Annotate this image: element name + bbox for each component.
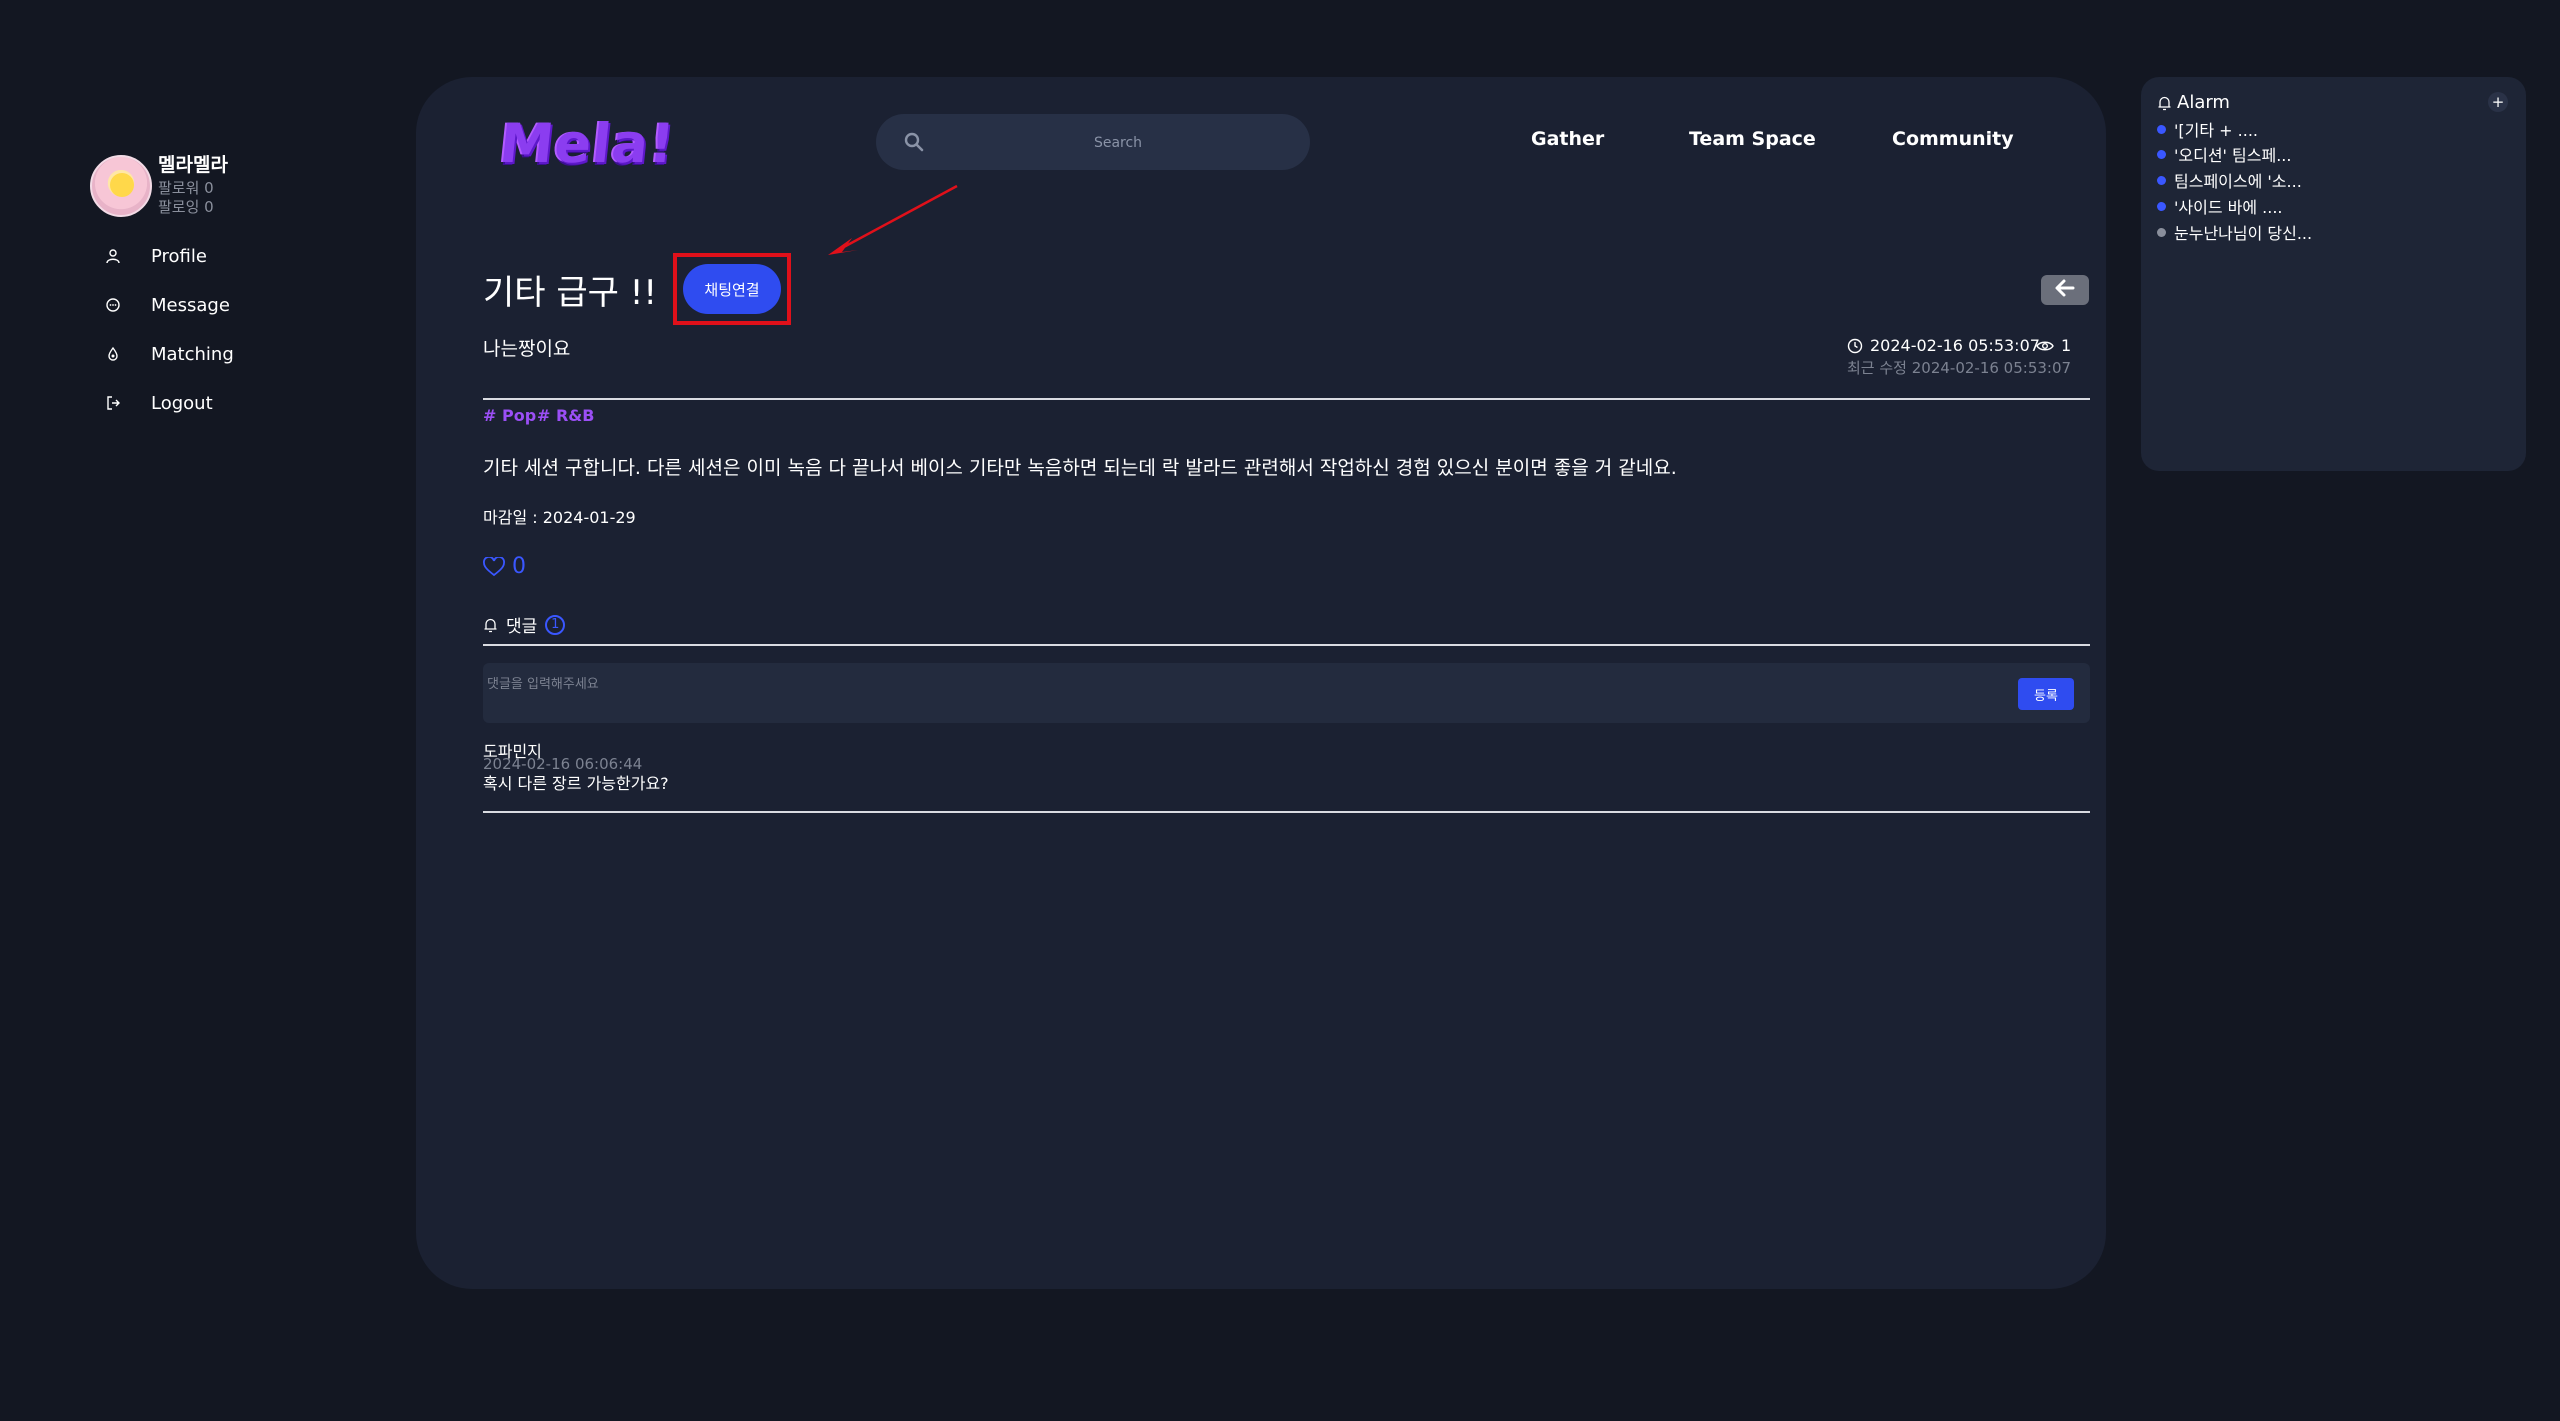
comment-form: 등록 — [483, 663, 2090, 723]
chat-connect-button[interactable]: 채팅연결 — [683, 264, 781, 314]
sidebar-item-label: Message — [151, 294, 230, 316]
alarm-item-text: '사이드 바에 .... — [2174, 198, 2283, 217]
bell-icon — [2157, 95, 2172, 111]
post-date: 2024-02-16 05:53:07 — [1847, 336, 2040, 355]
alarm-item-text: '[기타 + .... — [2174, 121, 2259, 140]
message-icon — [103, 295, 123, 315]
tag-rnb[interactable]: # R&B — [537, 406, 594, 425]
like-button[interactable]: 0 — [483, 554, 526, 579]
alarm-title: Alarm — [2177, 92, 2230, 113]
comment-text: 혹시 다른 장르 가능한가요? — [483, 774, 669, 793]
back-button[interactable] — [2041, 275, 2089, 305]
alarm-item[interactable]: '[기타 + .... — [2157, 118, 2258, 140]
sidebar-item-message[interactable]: Message — [103, 290, 230, 320]
unread-dot-icon — [2157, 124, 2166, 134]
unread-dot-icon — [2157, 149, 2166, 159]
user-icon — [103, 246, 123, 266]
logout-icon — [103, 393, 123, 413]
username: 멜라멜라 — [158, 154, 228, 176]
eye-icon — [2036, 339, 2054, 353]
following-count: 팔로잉 0 — [158, 198, 214, 216]
comments-title: 댓글 — [506, 617, 538, 637]
arrow-left-icon — [2053, 278, 2077, 302]
post-deadline: 마감일 : 2024-01-29 — [483, 508, 636, 527]
comment-submit-button[interactable]: 등록 — [2018, 678, 2074, 710]
tag-pop[interactable]: # Pop — [483, 406, 536, 425]
sidebar-item-logout[interactable]: Logout — [103, 388, 213, 418]
unread-dot-icon — [2157, 175, 2166, 185]
alarm-item[interactable]: 팀스페이스에 '소... — [2157, 169, 2302, 191]
alarm-item[interactable]: '오디션' 팀스페... — [2157, 143, 2291, 165]
annotation-arrow — [828, 184, 958, 255]
like-count: 0 — [512, 554, 526, 579]
post-title: 기타 급구 !! — [483, 273, 657, 313]
bell-icon — [483, 617, 498, 633]
search-input[interactable] — [946, 114, 1290, 172]
comments-header: 댓글 1 — [483, 612, 566, 637]
divider — [483, 644, 2090, 646]
post-edited-date: 최근 수정 2024-02-16 05:53:07 — [1847, 359, 2072, 377]
divider — [483, 398, 2090, 400]
sidebar-item-profile[interactable]: Profile — [103, 241, 207, 271]
search-bar[interactable] — [876, 114, 1310, 172]
alarm-item[interactable]: 눈누난나님이 당신... — [2157, 221, 2312, 243]
search-icon — [904, 132, 924, 152]
sidebar-item-label: Logout — [151, 392, 213, 414]
follower-count: 팔로워 0 — [158, 179, 214, 197]
alarm-header: Alarm — [2157, 92, 2230, 113]
post-author: 나는짱이요 — [483, 338, 571, 360]
sidebar-item-label: Matching — [151, 343, 234, 365]
sidebar-item-matching[interactable]: Matching — [103, 339, 234, 369]
post-body: 기타 세션 구합니다. 다른 세션은 이미 녹음 다 끝나서 베이스 기타만 녹… — [483, 457, 1677, 479]
nav-team-space[interactable]: Team Space — [1689, 128, 1816, 150]
clock-icon — [1847, 338, 1863, 354]
alarm-add-button[interactable]: + — [2488, 92, 2508, 112]
avatar[interactable] — [90, 155, 152, 217]
unread-dot-icon — [2157, 201, 2166, 211]
alarm-item-text: 팀스페이스에 '소... — [2174, 172, 2302, 191]
sidebar-item-label: Profile — [151, 245, 207, 267]
divider — [483, 811, 2090, 813]
matching-icon — [103, 344, 123, 364]
logo[interactable]: Mela! — [497, 112, 679, 175]
heart-icon — [483, 556, 505, 577]
comments-count-badge: 1 — [545, 614, 566, 635]
alarm-item[interactable]: '사이드 바에 .... — [2157, 195, 2283, 217]
alarm-item-text: '오디션' 팀스페... — [2174, 146, 2292, 165]
alarm-item-text: 눈누난나님이 당신... — [2174, 224, 2313, 243]
nav-community[interactable]: Community — [1892, 128, 2014, 150]
post-views-count: 1 — [2061, 336, 2072, 355]
post-views: 1 — [2036, 336, 2071, 355]
read-dot-icon — [2157, 227, 2166, 237]
comment-input[interactable] — [485, 671, 1989, 715]
nav-gather[interactable]: Gather — [1531, 128, 1604, 150]
post-date-text: 2024-02-16 05:53:07 — [1870, 336, 2040, 355]
